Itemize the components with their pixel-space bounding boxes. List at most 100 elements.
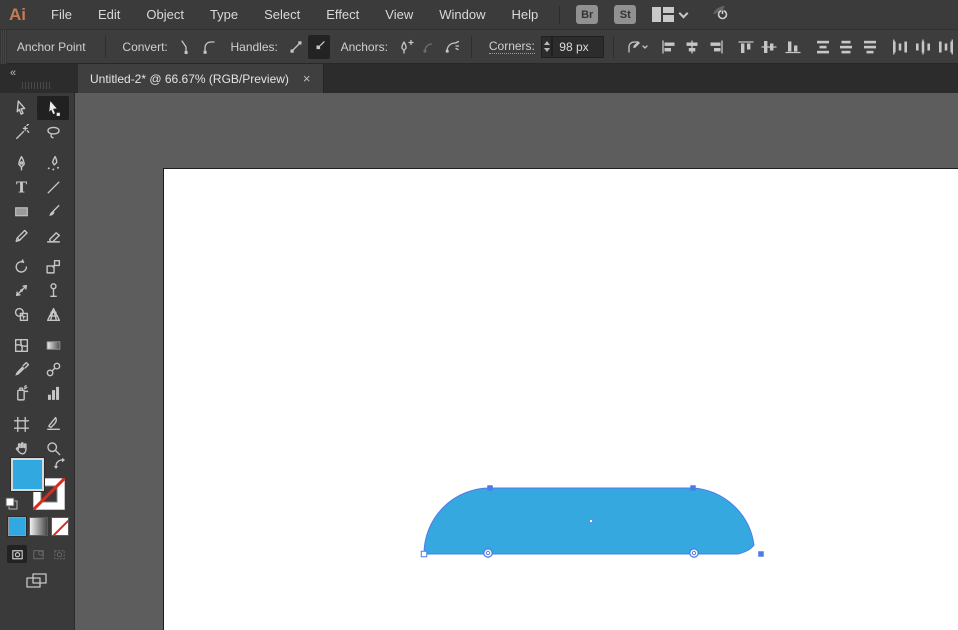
pen-tool[interactable] — [5, 151, 37, 175]
menu-effect[interactable]: Effect — [313, 0, 372, 30]
blend-tool[interactable] — [37, 357, 69, 381]
draw-inside-button[interactable] — [49, 545, 69, 563]
menu-help[interactable]: Help — [498, 0, 551, 30]
shape-builder-tool[interactable] — [5, 302, 37, 326]
add-anchor-icon[interactable] — [395, 35, 416, 59]
shaper-tool[interactable] — [5, 223, 37, 247]
anchors-label: Anchors: — [340, 39, 388, 54]
color-button[interactable] — [8, 517, 27, 536]
close-tab-icon[interactable]: × — [303, 72, 311, 85]
menu-window[interactable]: Window — [426, 0, 498, 30]
convert-smooth-icon[interactable] — [198, 35, 219, 59]
share-icon[interactable] — [709, 2, 729, 27]
draw-normal-button[interactable] — [7, 545, 27, 563]
anchor-point-selected[interactable] — [690, 485, 696, 491]
document-tab[interactable]: Untitled-2* @ 66.67% (RGB/Preview) × — [78, 64, 324, 93]
eraser-tool[interactable] — [37, 223, 69, 247]
convert-label: Convert: — [122, 39, 168, 54]
app-logo: Ai — [9, 4, 26, 24]
drawing-mode-buttons — [5, 545, 69, 563]
workspace-switcher-icon[interactable] — [652, 7, 689, 22]
fill-stroke-controls — [5, 457, 69, 515]
bridge-button[interactable]: Br — [576, 5, 599, 24]
column-graph-tool[interactable] — [37, 381, 69, 405]
rotate-tool[interactable] — [5, 254, 37, 278]
perspective-grid-tool[interactable] — [37, 302, 69, 326]
lasso-tool[interactable] — [37, 120, 69, 144]
swap-fill-stroke-icon[interactable] — [53, 457, 67, 471]
menu-type[interactable]: Type — [197, 0, 251, 30]
none-button[interactable] — [50, 517, 69, 536]
direct-selection-tool[interactable] — [37, 96, 69, 120]
line-segment-tool[interactable] — [37, 175, 69, 199]
corners-label[interactable]: Corners: — [488, 39, 535, 54]
slice-tool[interactable] — [37, 412, 69, 436]
curvature-tool[interactable] — [37, 151, 69, 175]
toolbar: T — [0, 93, 75, 630]
corners-stepper[interactable] — [540, 35, 553, 58]
context-label: Anchor Point — [16, 39, 86, 54]
convert-corner-icon[interactable] — [175, 35, 196, 59]
symbol-sprayer-tool[interactable] — [5, 381, 37, 405]
artboard-shape-layer — [420, 485, 764, 558]
canvas[interactable] — [75, 93, 958, 630]
show-handles-icon[interactable] — [285, 35, 306, 59]
magic-wand-tool[interactable] — [5, 120, 37, 144]
menu-edit[interactable]: Edit — [85, 0, 133, 30]
width-tool[interactable] — [5, 278, 37, 302]
puppet-warp-tool[interactable] — [37, 278, 69, 302]
hide-handles-icon[interactable] — [308, 34, 330, 59]
distribute-right-icon[interactable] — [936, 35, 957, 59]
type-tool[interactable]: T — [5, 175, 37, 199]
screen-mode-button[interactable] — [22, 571, 52, 591]
remove-anchor-icon[interactable] — [418, 35, 439, 59]
gradient-button[interactable] — [29, 517, 48, 536]
selected-shape[interactable] — [423, 487, 755, 555]
rectangle-tool[interactable] — [5, 199, 37, 223]
document-tab-title: Untitled-2* @ 66.67% (RGB/Preview) — [90, 71, 289, 86]
transform-menu-icon[interactable] — [622, 35, 651, 59]
live-corner-widget[interactable] — [689, 548, 699, 558]
menu-file[interactable]: File — [38, 0, 85, 30]
toolbar-drag-handle[interactable] — [22, 82, 52, 89]
artboard-tool[interactable] — [5, 412, 37, 436]
stock-button[interactable]: St — [614, 5, 637, 24]
default-fill-stroke-icon[interactable] — [5, 497, 19, 511]
document-tab-bar: « Untitled-2* @ 66.67% (RGB/Preview) × — [0, 64, 958, 93]
distribute-v-center-icon[interactable] — [835, 35, 856, 59]
align-right-icon[interactable] — [705, 35, 726, 59]
menu-view[interactable]: View — [372, 0, 426, 30]
align-left-icon[interactable] — [658, 35, 679, 59]
distribute-left-icon[interactable] — [889, 35, 910, 59]
distribute-top-icon[interactable] — [812, 35, 833, 59]
divider — [559, 5, 561, 24]
distribute-h-center-icon[interactable] — [912, 35, 933, 59]
anchor-point-selected[interactable] — [758, 551, 764, 557]
align-bottom-icon[interactable] — [782, 35, 803, 59]
toolbar-collapse-icon[interactable]: « — [10, 67, 17, 79]
gradient-tool[interactable] — [37, 333, 69, 357]
corners-input[interactable] — [552, 35, 605, 58]
live-corner-widget[interactable] — [483, 548, 493, 558]
anchor-point-selected[interactable] — [487, 485, 493, 491]
distribute-bottom-icon[interactable] — [859, 35, 880, 59]
eyedropper-tool[interactable] — [5, 357, 37, 381]
menu-bar: Ai File Edit Object Type Select Effect V… — [0, 0, 958, 30]
align-top-icon[interactable] — [735, 35, 756, 59]
paintbrush-tool[interactable] — [37, 199, 69, 223]
connect-anchor-icon[interactable] — [442, 35, 463, 59]
selection-tool[interactable] — [5, 96, 37, 120]
align-v-center-icon[interactable] — [759, 35, 780, 59]
artboard[interactable] — [163, 168, 958, 630]
draw-behind-button[interactable] — [28, 545, 48, 563]
menu-select[interactable]: Select — [251, 0, 313, 30]
scale-tool[interactable] — [37, 254, 69, 278]
anchor-point-unselected[interactable] — [420, 550, 428, 558]
mesh-tool[interactable] — [5, 333, 37, 357]
align-h-center-icon[interactable] — [682, 35, 703, 59]
shape-center-point — [589, 519, 593, 523]
menu-object[interactable]: Object — [133, 0, 197, 30]
fill-swatch[interactable] — [10, 457, 45, 492]
control-bar: Anchor Point Convert: Handles: Anchors: … — [0, 29, 958, 64]
chevron-down-icon — [678, 8, 689, 18]
